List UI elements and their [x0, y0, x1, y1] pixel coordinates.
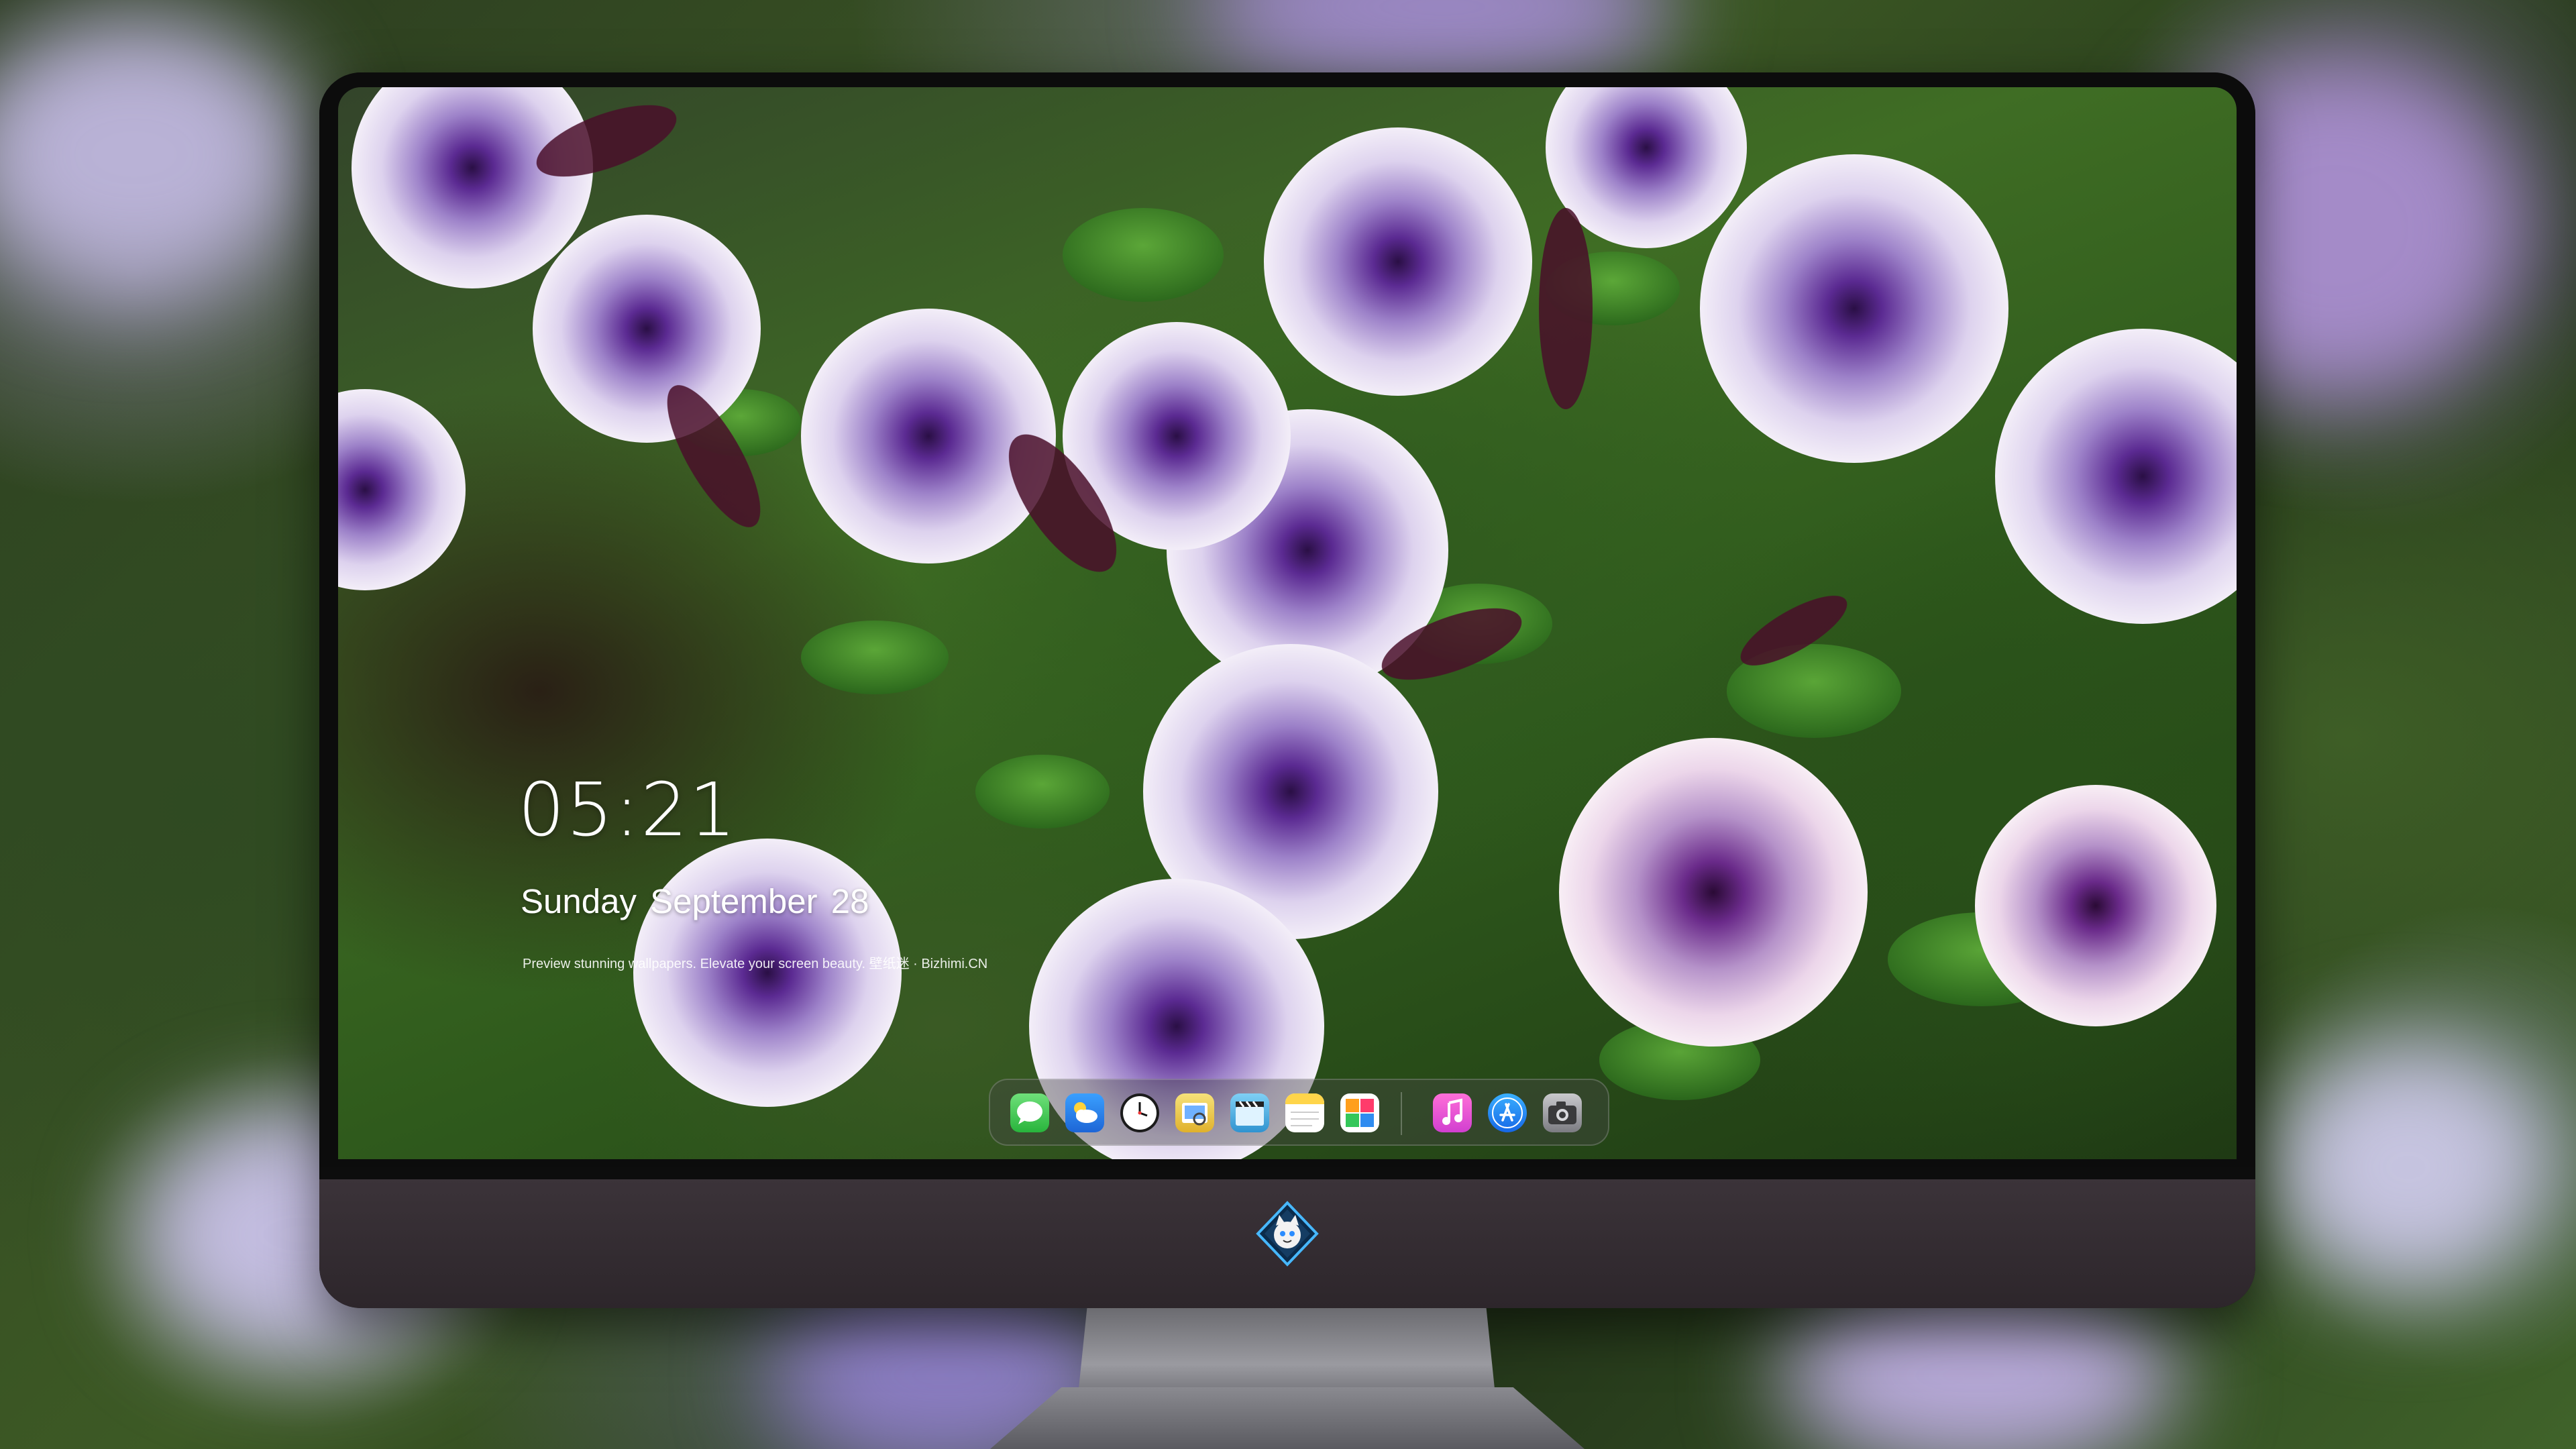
messages-icon[interactable]: [1010, 1093, 1049, 1132]
monitor-frame: 05:21 Sunday September 28 Preview stunni…: [319, 72, 2255, 1308]
wallpaper-petunias: [338, 87, 2237, 1159]
weather-icon[interactable]: [1065, 1093, 1104, 1132]
dock: [989, 1079, 1609, 1146]
final-cut-icon[interactable]: [1230, 1093, 1269, 1132]
monitor-stand-neck: [1079, 1308, 1495, 1389]
preview-icon[interactable]: [1175, 1093, 1214, 1132]
lock-screen-tagline: Preview stunning wallpapers. Elevate you…: [523, 957, 988, 971]
photos-icon[interactable]: [1340, 1093, 1379, 1132]
app-store-icon[interactable]: [1488, 1093, 1527, 1132]
desktop-screen: 05:21 Sunday September 28 Preview stunni…: [338, 87, 2237, 1159]
dock-separator: [1401, 1092, 1402, 1135]
music-icon[interactable]: [1433, 1093, 1472, 1132]
brand-logo-icon: [1256, 1201, 1319, 1267]
monitor-stand-base: [990, 1387, 1585, 1449]
lock-screen-date: Sunday September 28: [521, 882, 869, 920]
lock-screen-time: 05:21: [518, 767, 738, 853]
camera-icon[interactable]: [1543, 1093, 1582, 1132]
notes-icon[interactable]: [1285, 1093, 1324, 1132]
clock-icon[interactable]: [1120, 1093, 1159, 1132]
